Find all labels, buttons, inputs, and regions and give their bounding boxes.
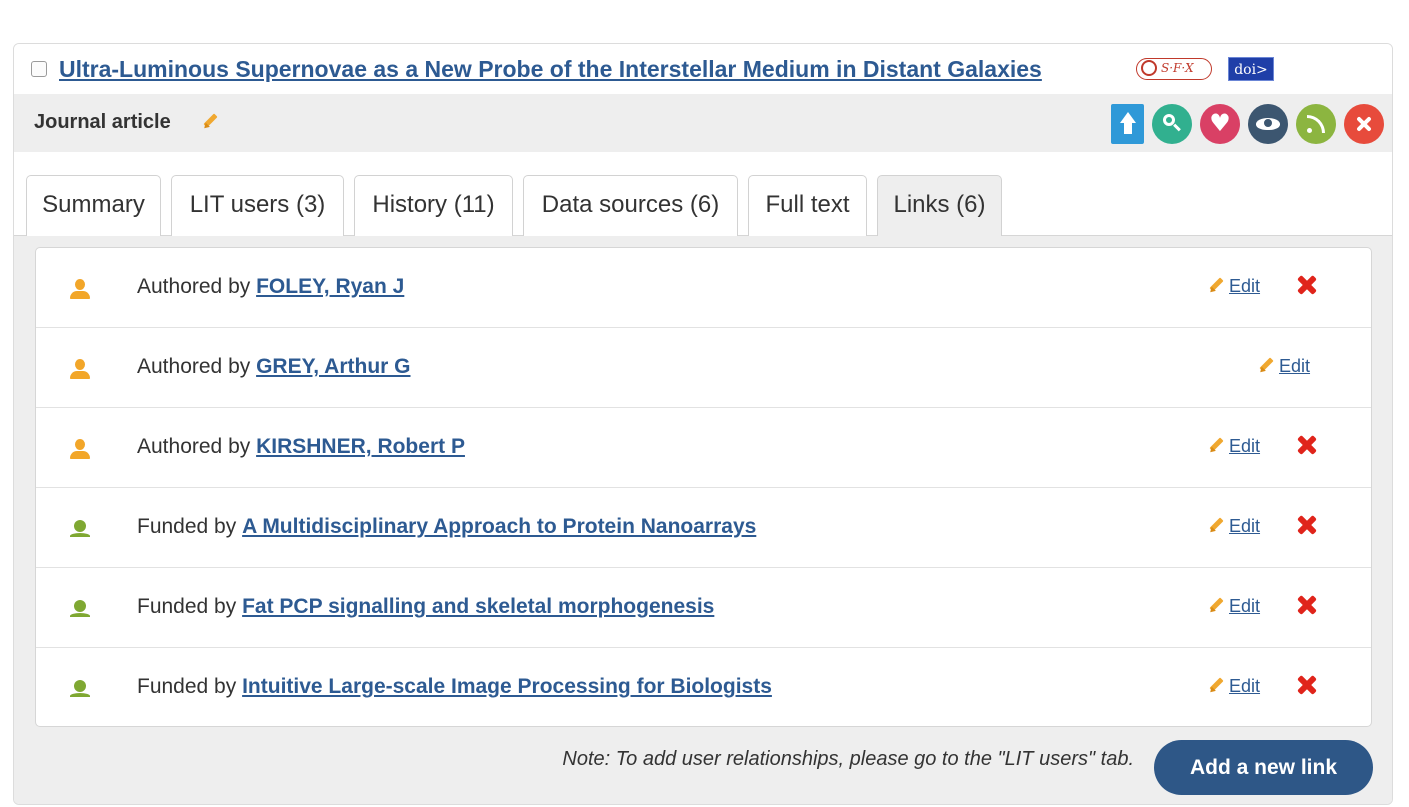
links-panel: Authored by FOLEY, Ryan J Edit Authored … [14, 236, 1392, 804]
delete-icon[interactable] [1295, 433, 1319, 457]
tab-history[interactable]: History (11) [354, 175, 513, 236]
link-prefix: Funded by [137, 595, 237, 618]
tab-data-sources[interactable]: Data sources (6) [523, 175, 738, 236]
link-prefix: Authored by [137, 435, 251, 458]
tab-bar: Summary LIT users (3) History (11) Data … [14, 152, 1392, 236]
link-target[interactable]: Fat PCP signalling and skeletal morphoge… [242, 595, 714, 618]
edit-label: Edit [1229, 596, 1261, 616]
doi-button[interactable]: doi> [1228, 57, 1274, 81]
link-text: Authored by KIRSHNER, Robert P [137, 435, 465, 459]
funding-icon [67, 516, 93, 542]
sfx-label: S·F·X [1161, 61, 1194, 75]
list-item: Funded by A Multidisciplinary Approach t… [36, 488, 1371, 568]
edit-link[interactable]: Edit [1208, 596, 1260, 617]
tab-links[interactable]: Links (6) [877, 175, 1002, 236]
delete-icon[interactable] [1295, 593, 1319, 617]
user-icon [67, 356, 93, 382]
record-card: Ultra-Luminous Supernovae as a New Probe… [13, 43, 1393, 805]
link-target[interactable]: KIRSHNER, Robert P [256, 435, 465, 458]
tab-lit-users[interactable]: LIT users (3) [171, 175, 344, 236]
link-prefix: Authored by [137, 355, 251, 378]
sfx-button[interactable]: S·F·X [1136, 58, 1212, 80]
edit-link[interactable]: Edit [1208, 516, 1260, 537]
pencil-icon [1208, 437, 1225, 454]
pencil-icon [1208, 517, 1225, 534]
edit-label: Edit [1229, 436, 1261, 456]
pencil-icon [1208, 677, 1225, 694]
delete-icon[interactable] [1295, 673, 1319, 697]
edit-label: Edit [1229, 516, 1261, 536]
edit-label: Edit [1279, 356, 1311, 376]
pencil-icon [1208, 597, 1225, 614]
delete-icon[interactable] [1295, 513, 1319, 537]
add-new-link-button[interactable]: Add a new link [1154, 740, 1373, 795]
user-icon [67, 436, 93, 462]
eye-icon[interactable] [1248, 104, 1288, 144]
user-icon [67, 276, 93, 302]
link-target[interactable]: Intuitive Large-scale Image Processing f… [242, 675, 772, 698]
edit-link[interactable]: Edit [1208, 676, 1260, 697]
link-text: Funded by Fat PCP signalling and skeleta… [137, 595, 714, 619]
sfx-logo-icon [1141, 60, 1157, 76]
search-icon[interactable] [1152, 104, 1192, 144]
record-type-label: Journal article [34, 111, 171, 133]
link-target[interactable]: GREY, Arthur G [256, 355, 410, 378]
edit-link[interactable]: Edit [1208, 276, 1260, 297]
list-item: Funded by Fat PCP signalling and skeleta… [36, 568, 1371, 648]
edit-link[interactable]: Edit [1258, 356, 1310, 377]
delete-icon[interactable] [1295, 273, 1319, 297]
action-icons [1111, 104, 1384, 144]
link-prefix: Authored by [137, 275, 251, 298]
link-text: Funded by A Multidisciplinary Approach t… [137, 515, 756, 539]
link-text: Authored by FOLEY, Ryan J [137, 275, 404, 299]
upload-icon[interactable] [1111, 104, 1144, 144]
link-text: Funded by Intuitive Large-scale Image Pr… [137, 675, 772, 699]
tab-full-text[interactable]: Full text [748, 175, 867, 236]
list-item: Authored by KIRSHNER, Robert P Edit [36, 408, 1371, 488]
link-target[interactable]: FOLEY, Ryan J [256, 275, 404, 298]
feed-icon[interactable] [1296, 104, 1336, 144]
pencil-icon [1208, 277, 1225, 294]
title-row: Ultra-Luminous Supernovae as a New Probe… [14, 44, 1392, 94]
list-item: Authored by FOLEY, Ryan J Edit [36, 248, 1371, 328]
list-item: Funded by Intuitive Large-scale Image Pr… [36, 648, 1371, 726]
edit-type-pencil-icon[interactable] [202, 113, 219, 130]
link-target[interactable]: A Multidisciplinary Approach to Protein … [242, 515, 756, 538]
funding-icon [67, 596, 93, 622]
links-list: Authored by FOLEY, Ryan J Edit Authored … [35, 247, 1372, 727]
link-prefix: Funded by [137, 515, 237, 538]
edit-label: Edit [1229, 276, 1261, 296]
edit-link[interactable]: Edit [1208, 436, 1260, 457]
tab-summary[interactable]: Summary [26, 175, 161, 236]
link-prefix: Funded by [137, 675, 237, 698]
close-icon[interactable] [1344, 104, 1384, 144]
select-checkbox[interactable] [31, 61, 47, 77]
record-title-link[interactable]: Ultra-Luminous Supernovae as a New Probe… [59, 56, 1042, 83]
list-item: Authored by GREY, Arthur G Edit [36, 328, 1371, 408]
edit-label: Edit [1229, 676, 1261, 696]
record-type-bar: Journal article [14, 94, 1392, 152]
link-text: Authored by GREY, Arthur G [137, 355, 411, 379]
heart-icon[interactable] [1200, 104, 1240, 144]
funding-icon [67, 676, 93, 702]
footer-note: Note: To add user relationships, please … [562, 748, 1134, 770]
pencil-icon [1258, 357, 1275, 374]
